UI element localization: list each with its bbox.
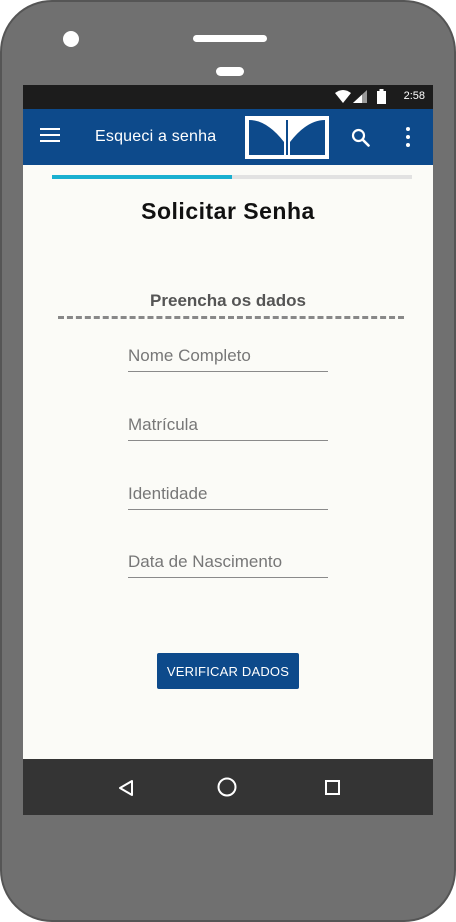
verify-data-button[interactable]: VERIFICAR DADOS	[157, 653, 299, 689]
progress-bar	[52, 175, 412, 179]
page-title: Solicitar Senha	[141, 198, 315, 224]
signal-icon	[353, 90, 367, 103]
app-bar: Esqueci a senha	[23, 109, 433, 165]
app-bar-title: Esqueci a senha	[95, 128, 217, 145]
progress-fill	[52, 175, 232, 179]
section-title: Preencha os dados	[150, 291, 306, 310]
more-vert-icon[interactable]	[406, 127, 410, 147]
search-icon[interactable]	[351, 128, 370, 147]
birth-date-field[interactable]	[128, 547, 328, 578]
status-bar: 2:58	[23, 85, 433, 109]
status-time: 2:58	[403, 90, 425, 102]
screen: 2:58 Esqueci a senha Solicitar Senha Pre…	[23, 85, 433, 815]
navigation-bar	[23, 759, 433, 815]
proximity-sensor	[216, 67, 244, 76]
full-name-field[interactable]	[128, 341, 328, 372]
front-camera	[63, 31, 79, 47]
recent-apps-icon[interactable]	[325, 780, 340, 795]
earpiece-speaker	[193, 35, 267, 42]
dashed-divider	[58, 316, 404, 319]
logo	[245, 116, 329, 159]
home-icon[interactable]	[217, 777, 237, 797]
battery-icon	[377, 89, 386, 104]
menu-icon[interactable]	[40, 128, 60, 146]
back-icon[interactable]	[117, 779, 135, 797]
wifi-icon	[335, 90, 351, 103]
identity-field[interactable]	[128, 479, 328, 510]
registration-field[interactable]	[128, 410, 328, 441]
